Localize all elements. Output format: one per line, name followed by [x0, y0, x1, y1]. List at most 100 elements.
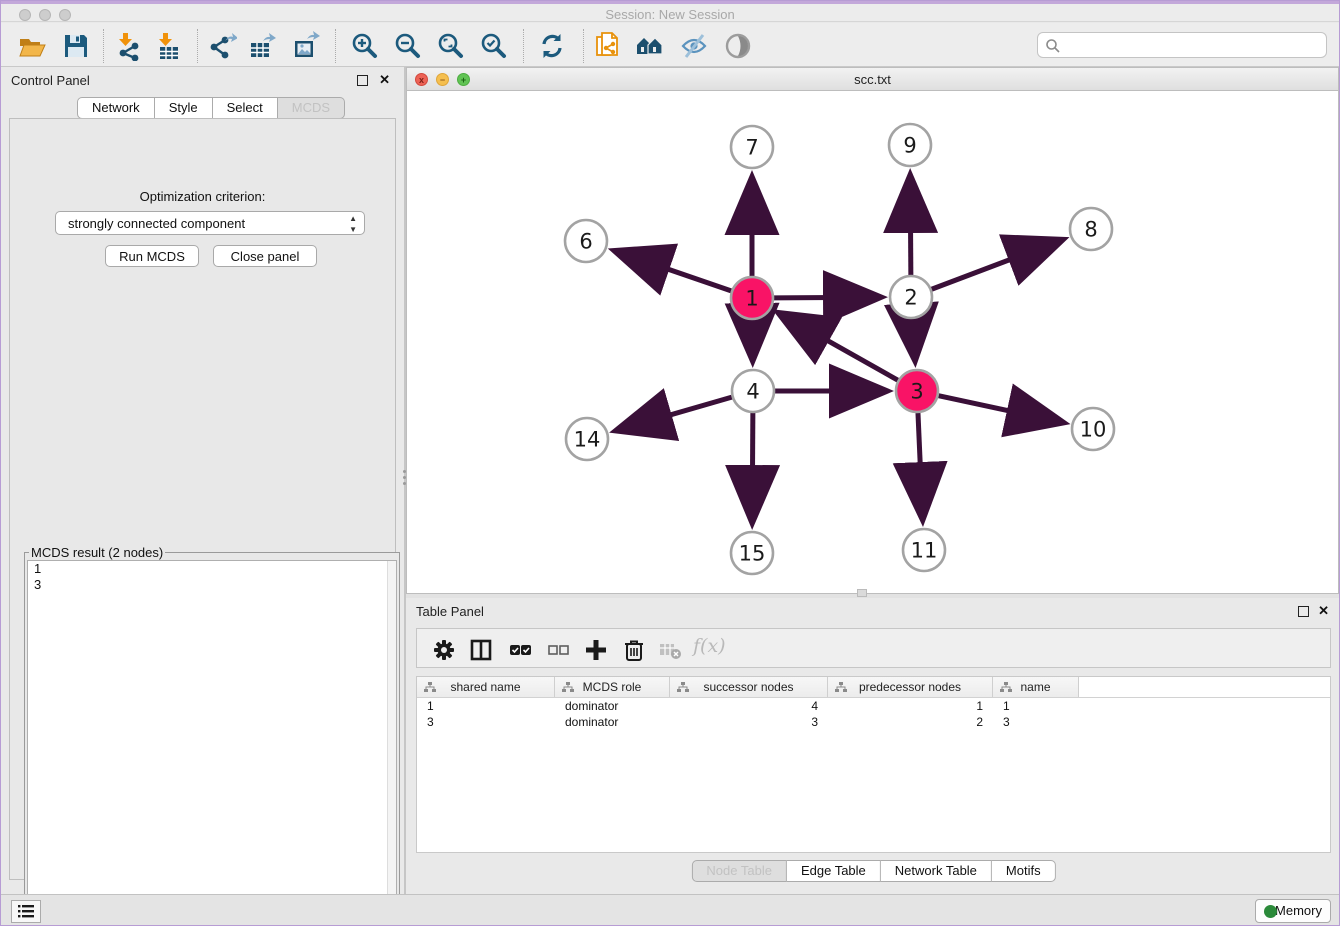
column-header-shared-name[interactable]: shared name: [417, 677, 555, 697]
table-cell[interactable]: 3: [993, 714, 1079, 730]
duplicate-network-icon[interactable]: [593, 31, 623, 61]
table-toolbar: f(x): [416, 628, 1331, 668]
graph-node-label-8: 8: [1084, 218, 1097, 242]
graph-node-label-6: 6: [579, 230, 592, 254]
show-column-icon[interactable]: [468, 637, 494, 663]
show-all-icon[interactable]: [723, 31, 753, 61]
first-neighbors-icon[interactable]: [635, 31, 665, 61]
network-graph-canvas[interactable]: 7968124314101511: [407, 91, 1338, 593]
save-session-icon[interactable]: [61, 31, 91, 61]
select-stepper-icon: ▲▼: [349, 213, 357, 235]
import-network-icon[interactable]: [113, 31, 143, 61]
toolbar-separator: [103, 29, 104, 63]
table-cell[interactable]: dominator: [555, 698, 670, 714]
graph-edge-1-2[interactable]: [774, 297, 878, 298]
tab-node-table[interactable]: Node Table: [691, 860, 787, 882]
column-header-successor-nodes[interactable]: successor nodes: [670, 677, 828, 697]
horizontal-splitter-grip[interactable]: [857, 589, 867, 597]
select-all-icon[interactable]: [507, 637, 533, 663]
graph-edge-4-14[interactable]: [619, 397, 732, 430]
tab-select[interactable]: Select: [213, 97, 278, 119]
table-cell[interactable]: 1: [993, 698, 1079, 714]
graph-node-label-3: 3: [910, 380, 923, 404]
toolbar-separator: [583, 29, 584, 63]
deselect-all-icon[interactable]: [545, 637, 571, 663]
status-bar: Memory: [1, 894, 1339, 926]
table-settings-icon[interactable]: [431, 637, 457, 663]
graph-node-label-7: 7: [745, 136, 758, 160]
tab-motifs[interactable]: Motifs: [992, 860, 1056, 882]
toolbar-separator: [197, 29, 198, 63]
hide-selected-icon[interactable]: [679, 31, 709, 61]
graph-node-label-2: 2: [904, 286, 917, 310]
export-network-icon[interactable]: [207, 31, 237, 61]
export-image-icon[interactable]: [291, 31, 321, 61]
tab-network-table[interactable]: Network Table: [881, 860, 992, 882]
graph-edge-3-10[interactable]: [939, 396, 1061, 422]
search-input[interactable]: [1066, 34, 1321, 56]
graph-edge-1-6[interactable]: [617, 252, 731, 291]
export-table-icon[interactable]: [247, 31, 277, 61]
toolbar-separator: [523, 29, 524, 63]
zoom-out-icon[interactable]: [392, 31, 422, 61]
close-panel-icon[interactable]: ✕: [379, 72, 390, 88]
node-table-header: shared name MCDS role successor nodes prede…: [417, 677, 1330, 698]
memory-button[interactable]: Memory: [1255, 899, 1331, 923]
result-scrollbar[interactable]: [387, 561, 396, 917]
float-panel-icon[interactable]: [357, 75, 368, 86]
search-box: [1037, 32, 1327, 58]
close-panel-button[interactable]: Close panel: [213, 245, 317, 267]
table-cell[interactable]: 4: [670, 698, 828, 714]
network-window-title: scc.txt: [407, 72, 1338, 87]
tab-network[interactable]: Network: [77, 97, 155, 119]
graph-edge-2-3[interactable]: [912, 319, 914, 358]
column-header-label: predecessor nodes: [859, 680, 961, 694]
graph-edge-2-9[interactable]: [910, 178, 911, 275]
graph-edge-3-1[interactable]: [781, 314, 898, 380]
column-header-label: MCDS role: [583, 680, 642, 694]
mcds-result-textarea[interactable]: 13: [27, 560, 397, 918]
column-header-name[interactable]: name: [993, 677, 1079, 697]
float-panel-icon[interactable]: [1298, 606, 1309, 617]
table-cell[interactable]: 1: [417, 698, 555, 714]
tab-edge-table[interactable]: Edge Table: [787, 860, 881, 882]
delete-table-icon[interactable]: [657, 637, 683, 663]
control-panel-tabs: NetworkStyleSelectMCDS: [77, 97, 345, 119]
graph-edge-4-15[interactable]: [752, 413, 753, 520]
table-cell[interactable]: 3: [670, 714, 828, 730]
close-panel-icon[interactable]: ✕: [1318, 603, 1329, 619]
refresh-layout-icon[interactable]: [537, 31, 567, 61]
table-cell[interactable]: 2: [828, 714, 993, 730]
table-row[interactable]: 1dominator411: [417, 698, 1330, 714]
run-mcds-button[interactable]: Run MCDS: [105, 245, 199, 267]
window-titlebar: Session: New Session: [1, 1, 1339, 22]
tab-mcds[interactable]: MCDS: [278, 97, 345, 119]
open-session-icon[interactable]: [17, 31, 47, 61]
delete-row-icon[interactable]: [621, 637, 647, 663]
table-row[interactable]: 3dominator323: [417, 714, 1330, 730]
zoom-in-icon[interactable]: [349, 31, 379, 61]
column-header-predecessor-nodes[interactable]: predecessor nodes: [828, 677, 993, 697]
mcds-result-groupbox: MCDS result (2 nodes) 13: [24, 545, 400, 926]
graph-edge-3-11[interactable]: [918, 413, 923, 517]
optimization-criterion-select[interactable]: strongly connected component ▲▼: [55, 211, 365, 235]
table-cell[interactable]: dominator: [555, 714, 670, 730]
function-builder-icon[interactable]: f(x): [693, 635, 719, 661]
node-table: shared name MCDS role successor nodes prede…: [416, 676, 1331, 853]
task-history-button[interactable]: [11, 900, 41, 923]
table-panel-tabs: Node TableEdge TableNetwork TableMotifs: [691, 860, 1055, 882]
table-cell[interactable]: 1: [828, 698, 993, 714]
column-header-MCDS-role[interactable]: MCDS role: [555, 677, 670, 697]
zoom-fit-icon[interactable]: [435, 31, 465, 61]
optimization-criterion-label: Optimization criterion:: [10, 189, 395, 204]
control-panel-header: Control Panel ✕: [1, 67, 404, 95]
toolbar-separator: [335, 29, 336, 63]
graph-edge-2-8[interactable]: [932, 241, 1061, 290]
import-table-icon[interactable]: [153, 31, 183, 61]
table-cell[interactable]: 3: [417, 714, 555, 730]
tab-style[interactable]: Style: [155, 97, 213, 119]
add-row-icon[interactable]: [583, 637, 609, 663]
zoom-selected-icon[interactable]: [478, 31, 508, 61]
column-header-label: name: [1020, 680, 1050, 694]
column-header-label: successor nodes: [703, 680, 793, 694]
